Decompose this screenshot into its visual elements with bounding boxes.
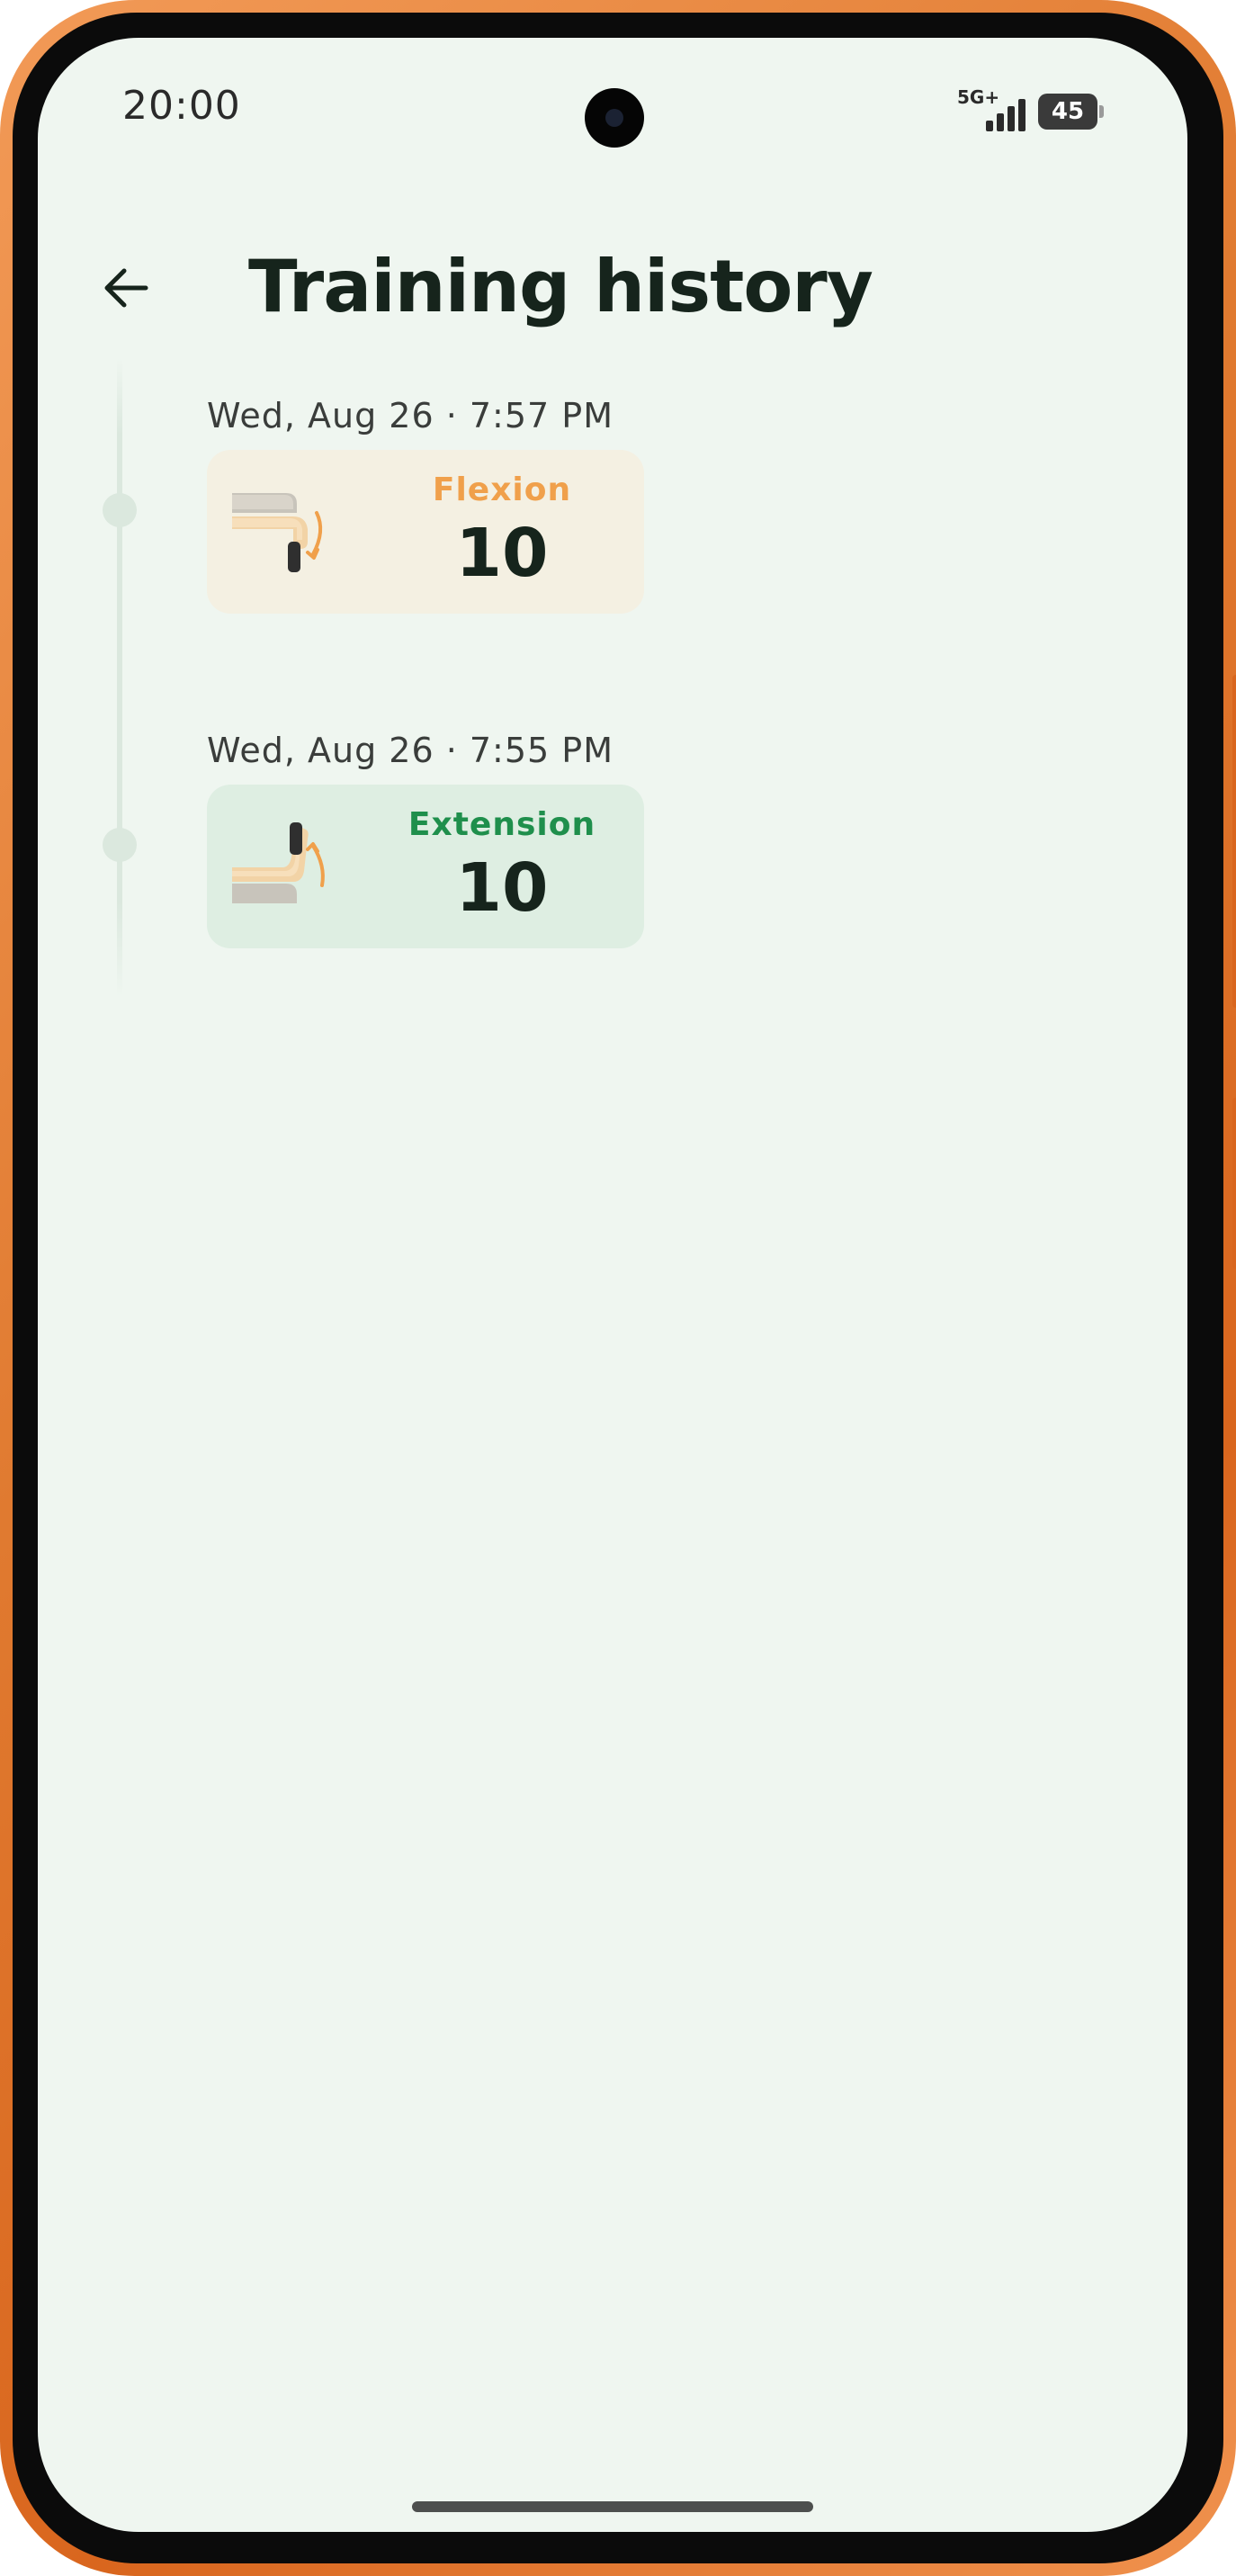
timeline-line bbox=[117, 358, 122, 997]
timeline-dot bbox=[103, 493, 137, 527]
back-button[interactable] bbox=[90, 252, 162, 324]
battery-icon: 45 bbox=[1038, 94, 1104, 130]
status-icons: 5G+ 45 bbox=[957, 86, 1104, 133]
battery-level: 45 bbox=[1051, 98, 1085, 125]
exercise-type: Flexion bbox=[432, 471, 572, 508]
rep-count: 10 bbox=[455, 515, 549, 592]
power-button bbox=[1232, 1098, 1236, 1269]
signal-icon: 5G+ bbox=[957, 86, 1026, 133]
rep-count: 10 bbox=[455, 849, 549, 927]
home-indicator[interactable] bbox=[412, 2501, 813, 2512]
status-time: 20:00 bbox=[122, 83, 241, 129]
exercise-type: Extension bbox=[408, 806, 596, 843]
wrist-extension-icon bbox=[232, 822, 325, 903]
page-title: Training history bbox=[248, 245, 873, 328]
phone-frame: 20:00 5G+ 45 Training history Wed, Aug 2… bbox=[0, 0, 1236, 2576]
training-card-extension[interactable]: Extension 10 bbox=[207, 785, 644, 948]
timeline-dot bbox=[103, 828, 137, 862]
volume-button bbox=[1232, 675, 1236, 1008]
wrist-flexion-icon bbox=[232, 493, 323, 572]
training-card-flexion[interactable]: Flexion 10 bbox=[207, 450, 644, 614]
screen: 20:00 5G+ 45 Training history Wed, Aug 2… bbox=[38, 38, 1187, 2532]
entry-date: Wed, Aug 26 · 7:57 PM bbox=[207, 396, 614, 435]
front-camera bbox=[585, 88, 644, 148]
arrow-left-icon bbox=[104, 268, 148, 308]
entry-date: Wed, Aug 26 · 7:55 PM bbox=[207, 731, 614, 770]
